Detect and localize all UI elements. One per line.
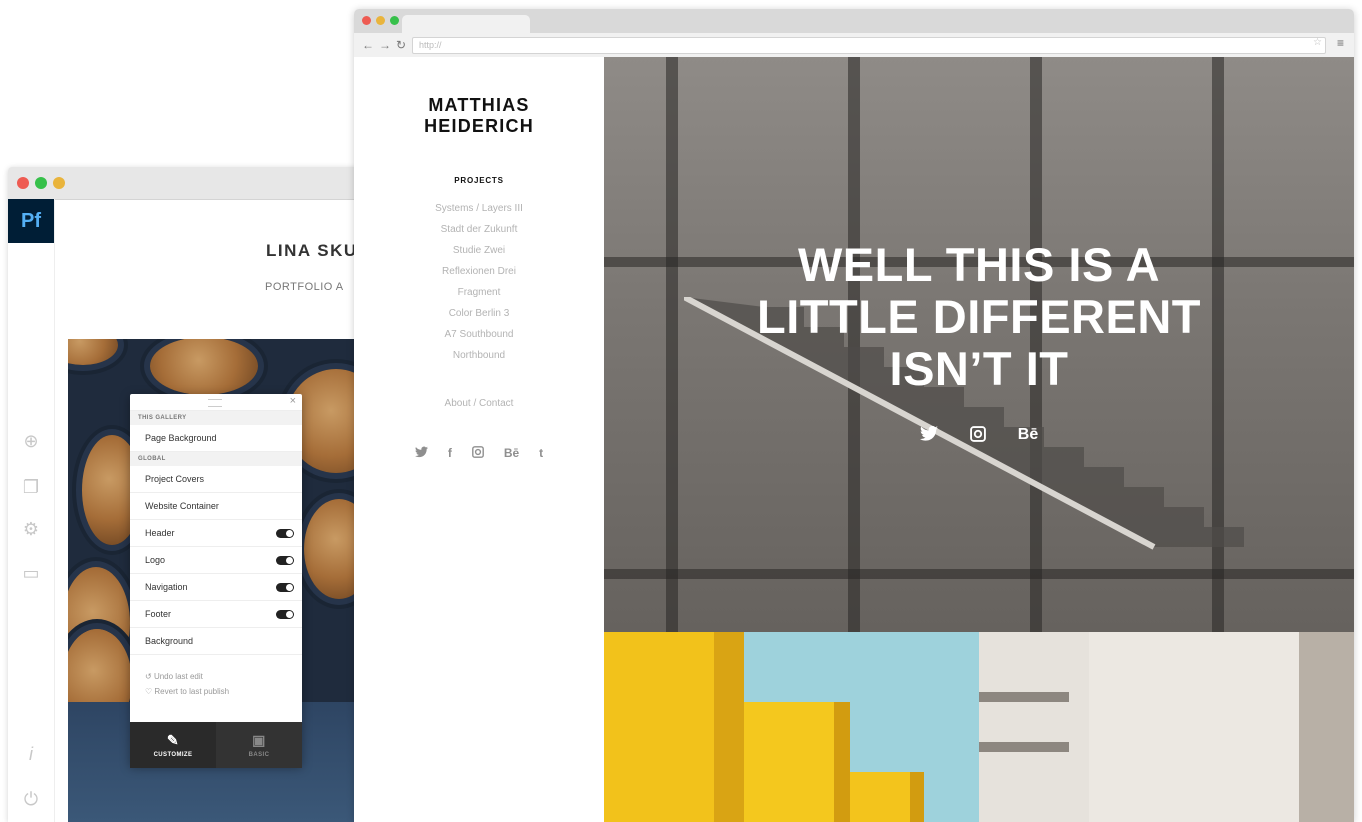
bookmark-icon[interactable]: ☆ (1313, 37, 1322, 48)
tab-basic[interactable]: ▣ BASIC (216, 722, 302, 768)
pages-icon[interactable]: ❐ (21, 477, 41, 497)
site-brand[interactable]: MATTHIAS HEIDERICH (354, 95, 604, 137)
drag-handle[interactable] (208, 399, 222, 407)
behance-icon[interactable]: Bē (1018, 426, 1038, 447)
close-dot[interactable] (362, 16, 371, 25)
panel-item[interactable]: Footer (130, 601, 302, 628)
panel-item[interactable]: Project Covers (130, 466, 302, 493)
gear-icon[interactable]: ⚙ (21, 519, 41, 539)
section-global: GLOBAL (130, 452, 302, 466)
twitter-icon[interactable] (919, 425, 938, 447)
forward-icon[interactable]: → (379, 37, 391, 53)
page-background-item[interactable]: Page Background (130, 425, 302, 452)
hero-headline: WELL THIS IS A LITTLE DIFFERENT ISN’T IT (756, 238, 1201, 395)
projects-heading: PROJECTS (454, 176, 504, 185)
project-link[interactable]: Studie Zwei (354, 245, 604, 256)
power-icon[interactable]: ⏻ (21, 789, 41, 809)
footer-toggle[interactable] (276, 610, 294, 619)
editor-sidebar: Pf ⊕ ❐ ⚙ ▭ i ⏻ (8, 199, 55, 822)
panel-item[interactable]: Website Container (130, 493, 302, 520)
project-tile-yellow[interactable] (604, 632, 979, 822)
project-link[interactable]: Northbound (354, 350, 604, 361)
panel-item[interactable]: Logo (130, 547, 302, 574)
social-links: f Bē t (354, 446, 604, 461)
panel-item[interactable]: Navigation (130, 574, 302, 601)
address-bar-row: ← → ↻ http:// ☆ ≡ (354, 33, 1354, 58)
logo-toggle[interactable] (276, 556, 294, 565)
facebook-icon[interactable]: f (448, 446, 452, 461)
browser-tab[interactable] (402, 15, 530, 33)
tab-customize[interactable]: ✎ CUSTOMIZE (130, 722, 216, 768)
panel-tabs: ✎ CUSTOMIZE ▣ BASIC (130, 722, 302, 768)
minimize-dot[interactable] (376, 16, 385, 25)
project-link[interactable]: Color Berlin 3 (354, 308, 604, 319)
site-sidebar: MATTHIAS HEIDERICH PROJECTS Systems / La… (354, 57, 604, 822)
project-link[interactable]: Fragment (354, 287, 604, 298)
close-dot[interactable] (17, 177, 29, 189)
project-link[interactable]: A7 Southbound (354, 329, 604, 340)
project-tile-building[interactable] (979, 632, 1354, 822)
site-nav[interactable]: PORTFOLIO A (265, 281, 344, 293)
info-icon[interactable]: i (21, 744, 41, 764)
behance-icon[interactable]: Bē (504, 446, 519, 461)
hero-image: WELL THIS IS A LITTLE DIFFERENT ISN’T IT… (604, 57, 1354, 632)
reload-icon[interactable]: ↻ (396, 37, 406, 53)
portfolio-logo[interactable]: Pf (8, 199, 54, 243)
project-link[interactable]: Stadt der Zukunft (354, 224, 604, 235)
customize-panel: × THIS GALLERY Page Background GLOBAL Pr… (130, 394, 302, 766)
browser-chrome: ← → ↻ http:// ☆ ≡ (354, 9, 1354, 58)
site-name: LINA SKU (266, 241, 358, 260)
section-this-gallery: THIS GALLERY (130, 411, 302, 425)
menu-icon[interactable]: ≡ (1337, 36, 1344, 50)
url-field[interactable]: http:// (412, 37, 1326, 54)
minimize-dot[interactable] (53, 177, 65, 189)
layout-icon: ▣ (252, 732, 266, 748)
about-contact-link[interactable]: About / Contact (354, 398, 604, 409)
browser-window: ← → ↻ http:// ☆ ≡ MATTHIAS HEIDERICH PRO… (354, 9, 1354, 822)
twitter-icon[interactable] (414, 446, 428, 461)
tumblr-icon[interactable]: t (539, 446, 543, 461)
editor-titlebar (8, 167, 368, 200)
instagram-icon[interactable] (471, 446, 484, 461)
pencil-icon: ✎ (166, 732, 180, 748)
close-icon[interactable]: × (290, 395, 296, 407)
add-icon[interactable]: ⊕ (21, 431, 41, 451)
header-toggle[interactable] (276, 529, 294, 538)
project-link[interactable]: Reflexionen Drei (354, 266, 604, 277)
maximize-dot[interactable] (390, 16, 399, 25)
back-icon[interactable]: ← (362, 37, 374, 53)
instagram-icon[interactable] (969, 426, 986, 447)
panel-item[interactable]: Header (130, 520, 302, 547)
undo-button[interactable]: ↺ Undo last edit (130, 669, 302, 684)
layout-icon[interactable]: ▭ (21, 563, 41, 583)
panel-item[interactable]: Background (130, 628, 302, 655)
revert-button[interactable]: ♡ Revert to last publish (130, 684, 302, 699)
maximize-dot[interactable] (35, 177, 47, 189)
hero-social-links: Bē (604, 425, 1354, 447)
project-link[interactable]: Systems / Layers III (354, 203, 604, 214)
navigation-toggle[interactable] (276, 583, 294, 592)
